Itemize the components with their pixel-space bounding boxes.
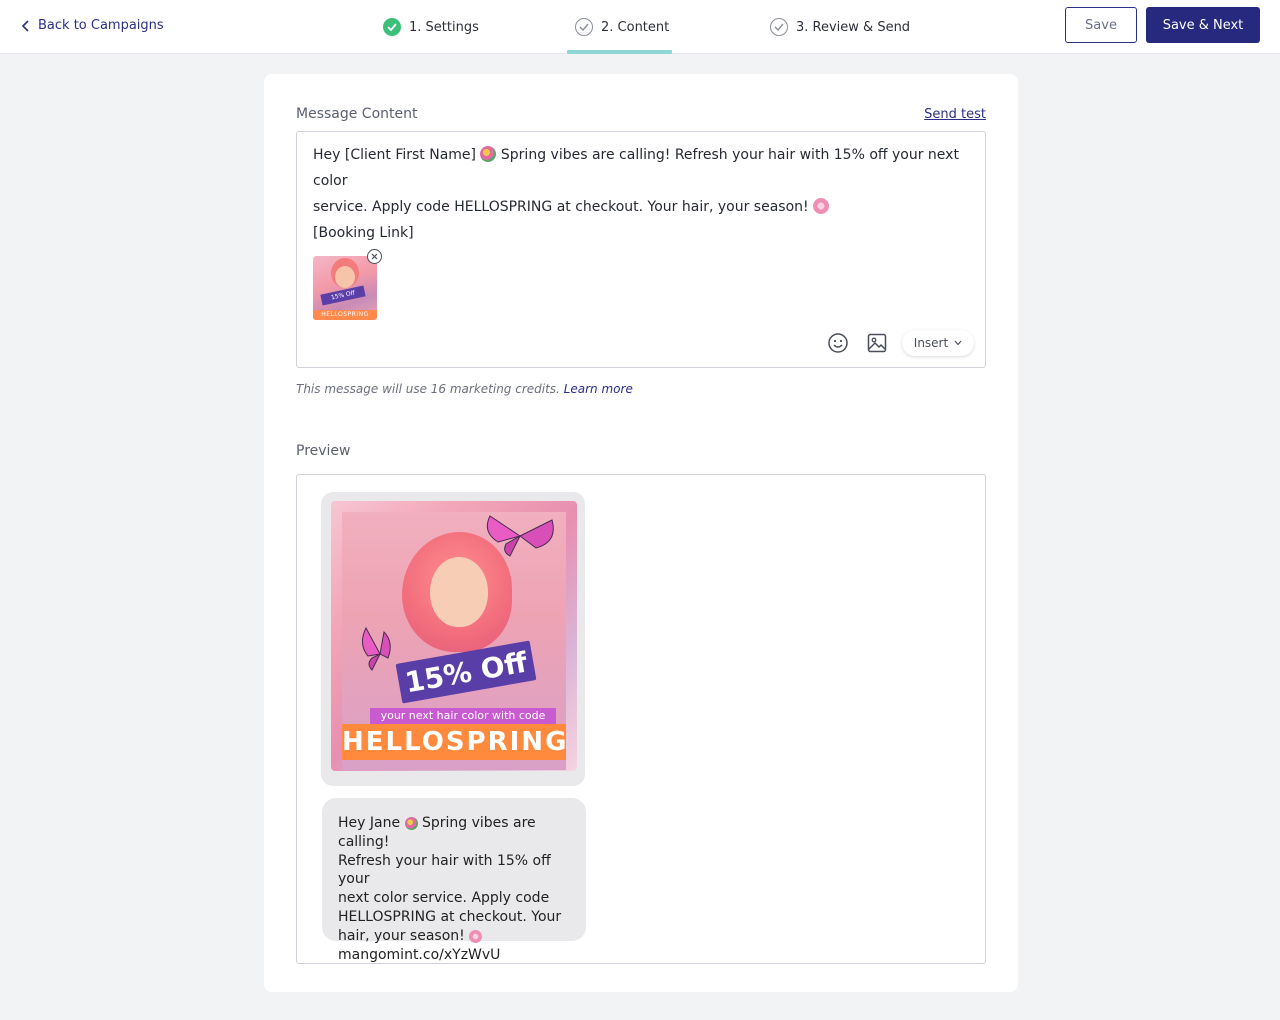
- preview-panel: 15% Off your next hair color with code H…: [296, 474, 986, 964]
- preview-line4: HELLOSPRING at checkout. Your: [338, 908, 562, 925]
- sms-text-bubble: Hey Jane Spring vibes are calling! Refre…: [322, 798, 586, 963]
- message-line2: service. Apply code HELLOSPRING at check…: [313, 199, 809, 215]
- mms-image: 15% Off your next hair color with code H…: [331, 501, 577, 771]
- message-content-label: Message Content: [296, 106, 418, 122]
- blossom-emoji-icon: [469, 929, 483, 943]
- mms-face-shape: [430, 557, 488, 627]
- active-step-indicator: [567, 50, 672, 54]
- step-review-send[interactable]: 3. Review & Send: [770, 18, 910, 36]
- check-circle-icon: [383, 18, 401, 36]
- bouquet-emoji-icon: [404, 817, 418, 830]
- chevron-left-icon: [21, 19, 29, 32]
- step-settings-label: 1. Settings: [409, 19, 479, 35]
- message-text[interactable]: Hey [Client First Name] Spring vibes are…: [313, 142, 973, 246]
- check-circle-outline-icon: [770, 18, 788, 36]
- top-bar: Back to Campaigns 1. Settings 2. Content…: [0, 0, 1280, 54]
- preview-line5: hair, your season!: [338, 927, 465, 944]
- preview-line1-a: Hey Jane: [338, 815, 401, 831]
- back-to-campaigns-link[interactable]: Back to Campaigns: [20, 18, 164, 33]
- insert-label: Insert: [913, 336, 949, 350]
- close-icon: [371, 253, 378, 260]
- mms-code: HELLOSPRING: [342, 724, 566, 760]
- message-line3: [Booking Link]: [313, 225, 414, 241]
- back-label: Back to Campaigns: [38, 18, 164, 33]
- step-content[interactable]: 2. Content: [575, 18, 669, 36]
- attachment-thumbnail[interactable]: 15% Off HELLOSPRING: [313, 256, 377, 320]
- preview-line3: next color service. Apply code: [338, 890, 550, 907]
- blossom-emoji-icon: [813, 198, 830, 214]
- credits-text: This message will use 16 marketing credi…: [296, 382, 560, 396]
- step-settings[interactable]: 1. Settings: [383, 18, 479, 36]
- thumb-badge: 15% Off: [320, 285, 366, 306]
- step-review-label: 3. Review & Send: [796, 19, 911, 35]
- preview-line2: Refresh your hair with 15% off your: [338, 852, 551, 888]
- image-icon[interactable]: [866, 332, 888, 354]
- chevron-down-icon: [954, 340, 962, 346]
- thumb-code: HELLOSPRING: [313, 310, 377, 320]
- insert-dropdown[interactable]: Insert: [902, 330, 974, 356]
- preview-label: Preview: [296, 443, 351, 459]
- step-content-label: 2. Content: [601, 19, 670, 35]
- credits-note: This message will use 16 marketing credi…: [296, 382, 633, 396]
- send-test-link[interactable]: Send test: [924, 107, 986, 122]
- thumb-portrait: [335, 266, 355, 288]
- message-editor[interactable]: Hey [Client First Name] Spring vibes are…: [296, 131, 986, 368]
- remove-attachment-button[interactable]: [367, 249, 382, 264]
- preview-line6: mangomint.co/xYzWvU: [338, 946, 501, 963]
- butterfly-icon: [486, 515, 554, 557]
- mms-tag: your next hair color with code: [370, 708, 556, 724]
- mms-image-bubble: 15% Off your next hair color with code H…: [321, 492, 585, 786]
- mms-image-inner: 15% Off your next hair color with code H…: [342, 512, 566, 770]
- message-line1-a: Hey [Client First Name]: [313, 147, 476, 163]
- butterfly-small-icon: [362, 626, 391, 671]
- emoji-icon[interactable]: [827, 332, 849, 354]
- save-button[interactable]: Save: [1065, 7, 1137, 43]
- save-next-button[interactable]: Save & Next: [1146, 7, 1260, 43]
- check-circle-outline-icon: [575, 18, 593, 36]
- content-card: Message Content Send test Hey [Client Fi…: [264, 74, 1018, 992]
- bouquet-emoji-icon: [480, 146, 497, 162]
- learn-more-link[interactable]: Learn more: [564, 382, 633, 396]
